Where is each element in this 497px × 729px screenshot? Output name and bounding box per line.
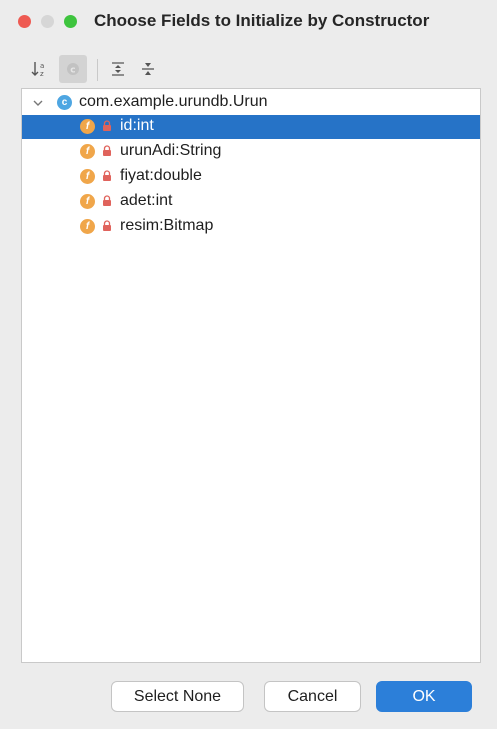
class-name-label: com.example.urundb.Urun xyxy=(79,93,268,110)
close-window-button[interactable] xyxy=(18,15,31,28)
toolbar-divider xyxy=(97,59,98,81)
field-label: adet:int xyxy=(120,192,173,209)
tree-field-item[interactable]: f id:int xyxy=(22,115,480,139)
lock-icon xyxy=(103,120,111,131)
minimize-window-button[interactable] xyxy=(41,15,54,28)
select-none-button[interactable]: Select None xyxy=(111,681,244,712)
chevron-down-icon[interactable] xyxy=(32,97,44,109)
lock-icon xyxy=(103,145,111,156)
expand-all-button[interactable] xyxy=(104,55,132,83)
lock-icon xyxy=(103,195,111,206)
field-label: fiyat:double xyxy=(120,167,202,184)
fields-tree[interactable]: c com.example.urundb.Urun f id:int f uru… xyxy=(21,88,481,663)
tree-root-class[interactable]: c com.example.urundb.Urun xyxy=(22,91,480,115)
lock-icon xyxy=(103,170,111,181)
tree-field-item[interactable]: f fiyat:double xyxy=(22,165,480,189)
collapse-all-icon xyxy=(142,63,154,75)
toolbar: a z c xyxy=(22,55,482,85)
lock-icon xyxy=(103,220,111,231)
expand-all-icon xyxy=(112,62,124,76)
tree-field-item[interactable]: f urunAdi:String xyxy=(22,140,480,164)
svg-text:a: a xyxy=(40,62,44,70)
field-icon: f xyxy=(80,219,95,234)
class-icon: c xyxy=(57,95,72,110)
title-bar: Choose Fields to Initialize by Construct… xyxy=(0,0,497,44)
field-icon: f xyxy=(80,119,95,134)
show-classes-toggle[interactable]: c xyxy=(59,55,87,83)
collapse-all-button[interactable] xyxy=(134,55,162,83)
field-icon: f xyxy=(80,144,95,159)
cancel-button[interactable]: Cancel xyxy=(264,681,361,712)
field-label: id:int xyxy=(120,117,154,134)
window-title: Choose Fields to Initialize by Construct… xyxy=(94,11,430,30)
sort-alphabetically-button[interactable]: a z xyxy=(26,55,54,83)
show-classes-icon: c xyxy=(67,63,79,76)
field-icon: f xyxy=(80,194,95,209)
tree-field-item[interactable]: f resim:Bitmap xyxy=(22,215,480,239)
svg-text:c: c xyxy=(70,66,75,76)
ok-button[interactable]: OK xyxy=(376,681,472,712)
sort-alphabetically-icon: a z xyxy=(31,62,44,77)
field-icon: f xyxy=(80,169,95,184)
field-label: resim:Bitmap xyxy=(120,217,214,234)
maximize-window-button[interactable] xyxy=(64,15,77,28)
tree-field-item[interactable]: f adet:int xyxy=(22,190,480,214)
svg-text:z: z xyxy=(40,70,44,77)
field-label: urunAdi:String xyxy=(120,142,222,159)
